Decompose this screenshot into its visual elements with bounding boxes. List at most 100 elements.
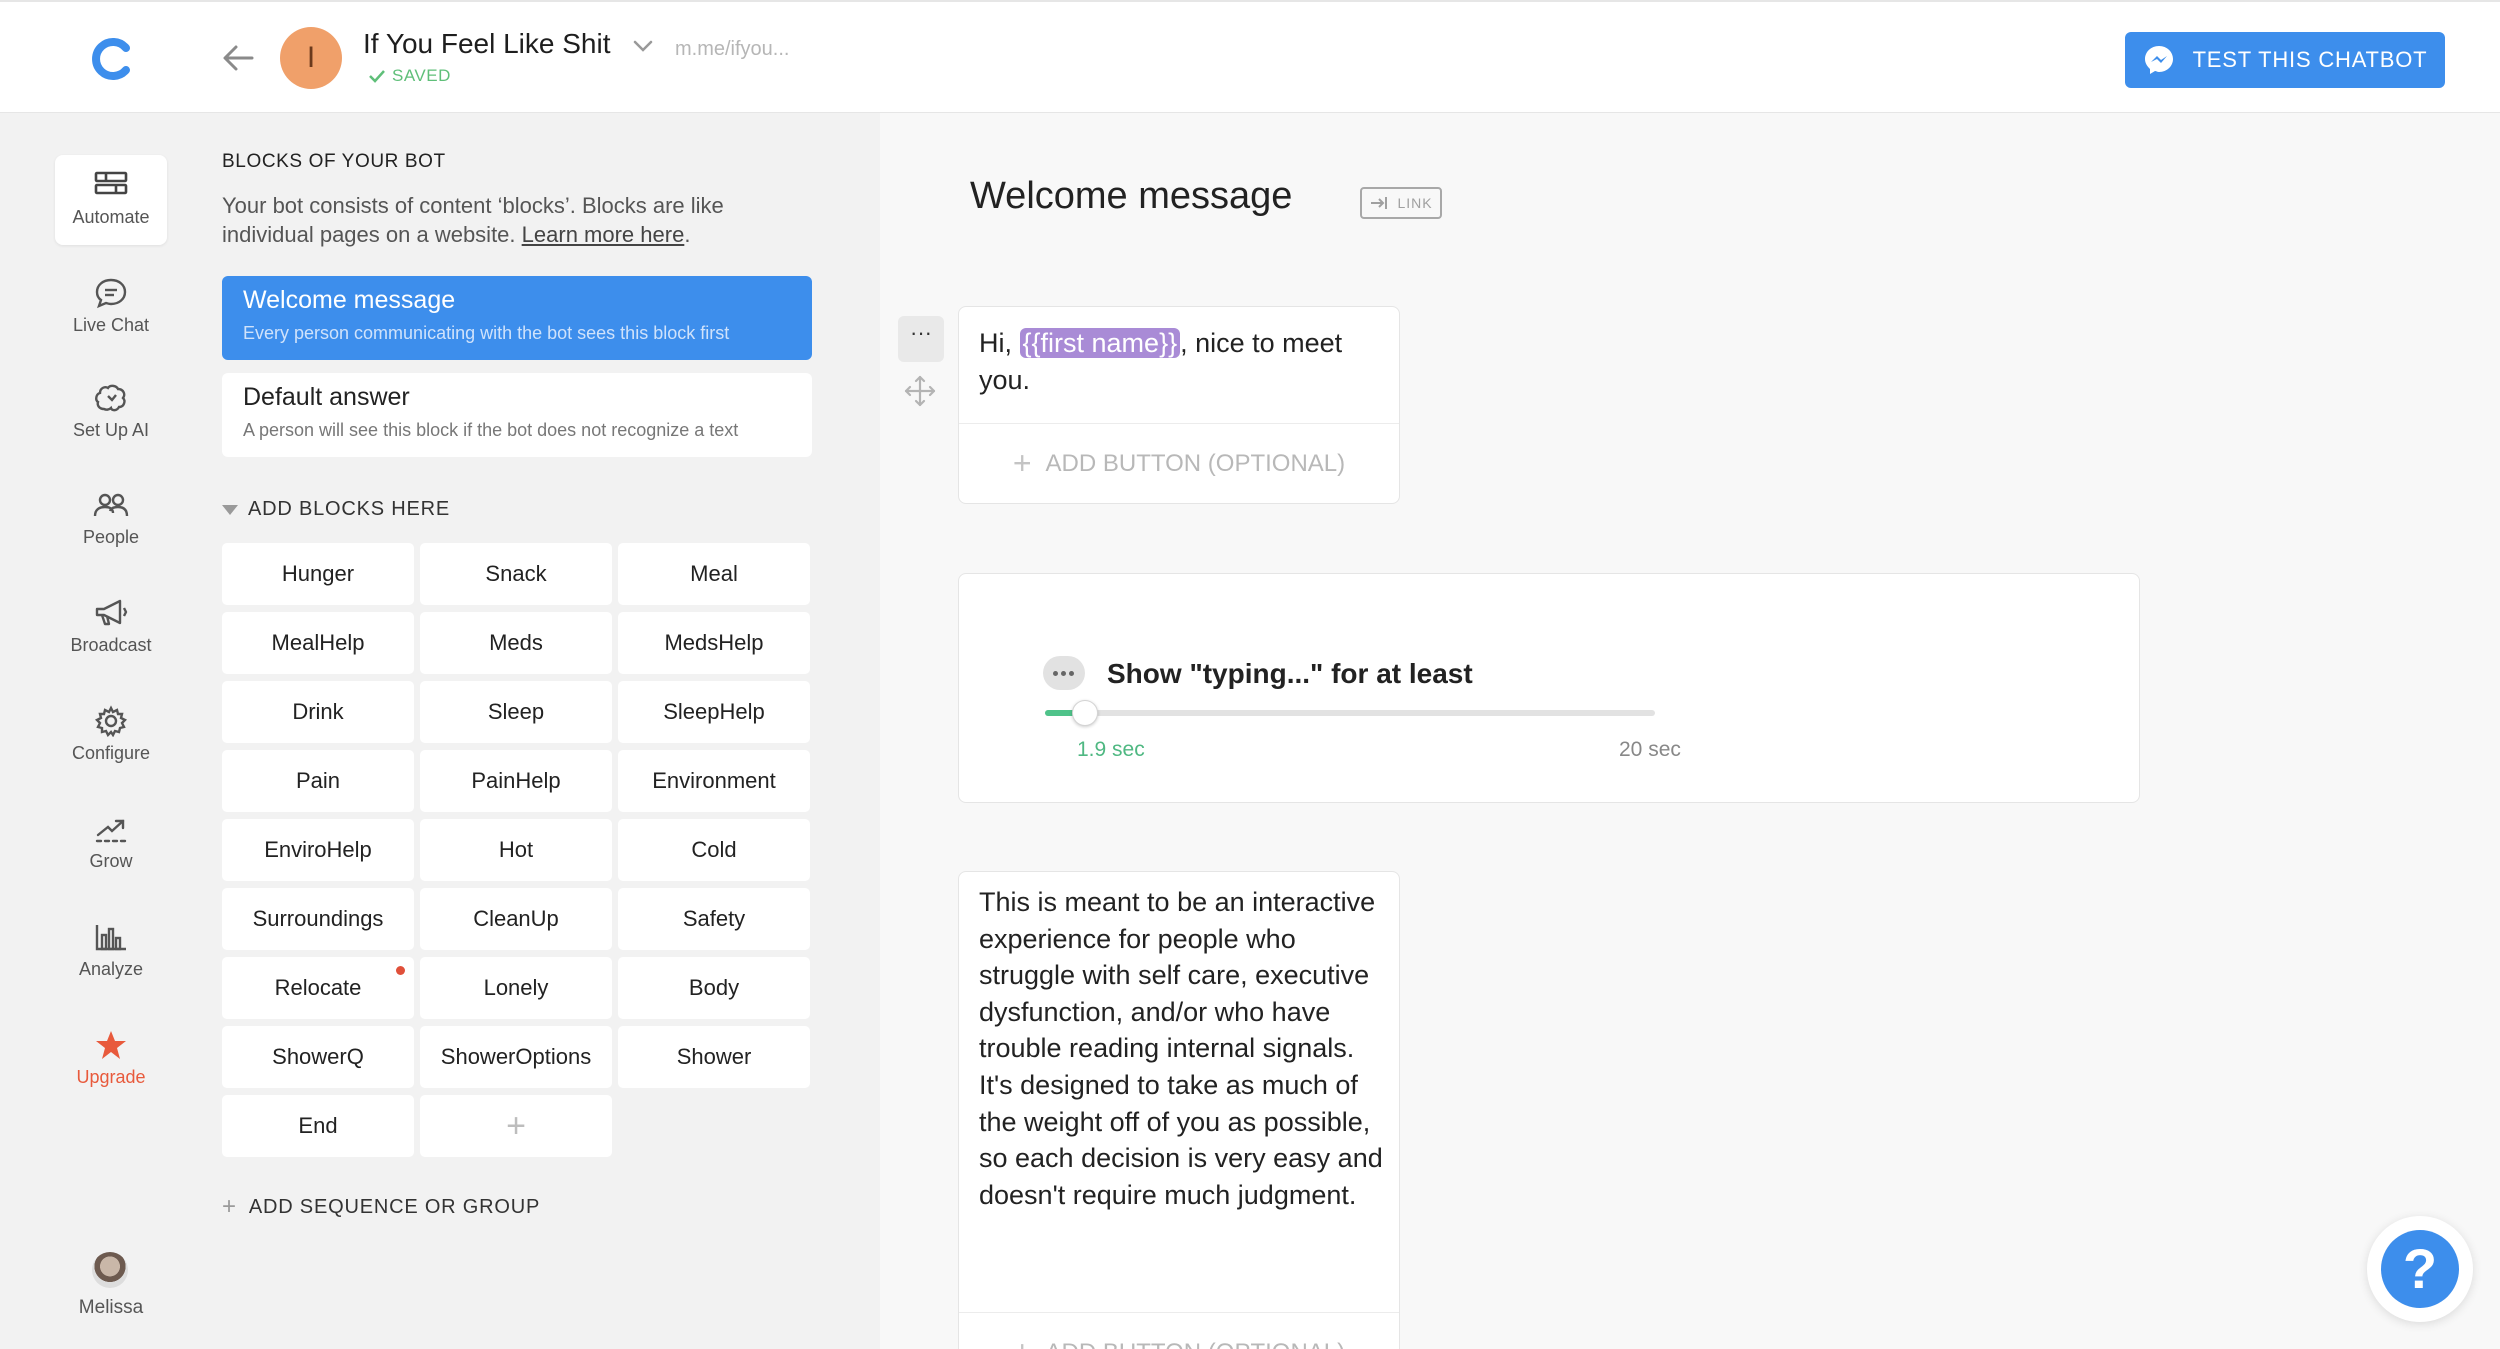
test-chatbot-button[interactable]: TEST THIS CHATBOT [2125, 32, 2445, 88]
block-cold[interactable]: Cold [618, 819, 810, 881]
chevron-down-icon[interactable] [630, 36, 656, 56]
megaphone-icon [95, 599, 128, 626]
intro-text[interactable]: This is meant to be an interactive exper… [979, 884, 1389, 1213]
block-editor: Welcome message LINK ··· Hi, {{first nam… [880, 113, 2500, 1349]
star-icon [96, 1031, 126, 1059]
add-sequence-label: ADD SEQUENCE OR GROUP [248, 1195, 541, 1218]
brain-icon [95, 384, 126, 412]
nav-label: Automate [72, 207, 150, 227]
greeting-prefix: Hi, [979, 328, 1020, 358]
nav-broadcast[interactable]: Broadcast [55, 583, 167, 673]
block-title: Welcome message [243, 286, 456, 314]
add-button-optional[interactable]: + ADD BUTTON (OPTIONAL) [959, 423, 1399, 503]
block-meds[interactable]: Meds [420, 612, 612, 674]
bar-chart-icon [95, 925, 126, 951]
block-painhelp[interactable]: PainHelp [420, 750, 612, 812]
bot-url[interactable]: m.me/ifyou... [675, 38, 789, 61]
bot-avatar[interactable]: I [280, 27, 342, 89]
block-envirohelp[interactable]: EnviroHelp [222, 819, 414, 881]
block-showerq[interactable]: ShowerQ [222, 1026, 414, 1088]
block-lonely[interactable]: Lonely [420, 957, 612, 1019]
blocks-panel: BLOCKS OF YOUR BOT Your bot consists of … [220, 113, 880, 1349]
link-arrow-icon [1371, 197, 1388, 209]
nav-label: Configure [71, 743, 151, 763]
nav-label: Grow [89, 851, 133, 871]
block-safety[interactable]: Safety [618, 888, 810, 950]
block-hunger[interactable]: Hunger [222, 543, 414, 605]
typing-card: Show "typing..." for at least 1.9 sec 20… [958, 573, 2140, 803]
block-description: Every person communicating with the bot … [243, 323, 730, 343]
left-nav: Automate Live Chat Set Up AI People Broa… [0, 113, 220, 1349]
user-name[interactable]: Melissa [55, 1297, 167, 1319]
block-sleep[interactable]: Sleep [420, 681, 612, 743]
link-label: LINK [1397, 195, 1433, 211]
learn-more-link[interactable]: Learn more here [522, 222, 685, 247]
growth-arrow-icon [95, 819, 127, 843]
nav-set-up-ai[interactable]: Set Up AI [55, 368, 167, 458]
plus-icon: + [222, 1193, 237, 1220]
block-showeroptions[interactable]: ShowerOptions [420, 1026, 612, 1088]
block-surroundings[interactable]: Surroundings [222, 888, 414, 950]
add-block-button[interactable]: + [420, 1095, 612, 1157]
nav-configure[interactable]: Configure [55, 691, 167, 781]
block-relocate[interactable]: Relocate [222, 957, 414, 1019]
block-label: Relocate [274, 975, 362, 1000]
block-environment[interactable]: Environment [618, 750, 810, 812]
block-title: Default answer [243, 383, 410, 411]
slider-value-label: 1.9 sec [1077, 738, 1145, 761]
chatfuel-logo-icon[interactable] [86, 34, 136, 84]
block-sleephelp[interactable]: SleepHelp [618, 681, 810, 743]
blocks-icon [94, 171, 128, 195]
saved-label: SAVED [392, 66, 451, 85]
block-cleanup[interactable]: CleanUp [420, 888, 612, 950]
bot-name[interactable]: If You Feel Like Shit [363, 28, 611, 60]
nav-live-chat[interactable]: Live Chat [55, 263, 167, 353]
panel-title: BLOCKS OF YOUR BOT [222, 151, 446, 172]
block-drink[interactable]: Drink [222, 681, 414, 743]
block-body[interactable]: Body [618, 957, 810, 1019]
saved-status: SAVED [368, 66, 451, 86]
block-default-answer[interactable]: Default answer A person will see this bl… [222, 373, 812, 457]
check-icon [369, 70, 385, 83]
top-bar: I If You Feel Like Shit m.me/ifyou... SA… [0, 0, 2500, 113]
nav-label: Broadcast [70, 635, 152, 655]
nav-upgrade[interactable]: Upgrade [55, 1015, 167, 1105]
plus-icon: + [1012, 445, 1032, 481]
link-button[interactable]: LINK [1360, 187, 1442, 219]
block-meal[interactable]: Meal [618, 543, 810, 605]
block-shower[interactable]: Shower [618, 1026, 810, 1088]
first-name-tag[interactable]: {{first name}} [1019, 328, 1181, 358]
nav-analyze[interactable]: Analyze [55, 907, 167, 997]
more-options-icon[interactable]: ··· [898, 316, 944, 362]
block-pain[interactable]: Pain [222, 750, 414, 812]
block-description: A person will see this block if the bot … [243, 420, 739, 440]
block-hot[interactable]: Hot [420, 819, 612, 881]
nav-automate[interactable]: Automate [55, 155, 167, 245]
text-card-greeting[interactable]: Hi, {{first name}}, nice to meet you. + … [958, 306, 1400, 504]
nav-grow[interactable]: Grow [55, 799, 167, 889]
typing-dots-icon [1043, 656, 1085, 690]
back-arrow-icon[interactable] [218, 40, 258, 76]
block-snack[interactable]: Snack [420, 543, 612, 605]
help-button[interactable]: ? [2367, 1216, 2473, 1322]
add-button-label: ADD BUTTON (OPTIONAL) [1046, 1339, 1346, 1349]
block-medshelp[interactable]: MedsHelp [618, 612, 810, 674]
nav-people[interactable]: People [55, 475, 167, 565]
typing-slider[interactable] [1045, 700, 1655, 726]
collapse-triangle-icon [222, 504, 238, 515]
greeting-text[interactable]: Hi, {{first name}}, nice to meet you. [979, 325, 1379, 399]
block-title-heading[interactable]: Welcome message [970, 175, 1292, 218]
block-end[interactable]: End [222, 1095, 414, 1157]
add-button-optional[interactable]: + ADD BUTTON (OPTIONAL) [959, 1312, 1399, 1349]
add-blocks-header[interactable]: ADD BLOCKS HERE [222, 498, 450, 521]
add-sequence-button[interactable]: + ADD SEQUENCE OR GROUP [222, 1193, 540, 1221]
slider-knob[interactable] [1072, 700, 1099, 726]
chat-bubble-icon [95, 278, 127, 309]
block-welcome-message[interactable]: Welcome message Every person communicati… [222, 276, 812, 360]
plus-icon: + [1013, 1334, 1032, 1349]
block-mealhelp[interactable]: MealHelp [222, 612, 414, 674]
text-card-intro[interactable]: This is meant to be an interactive exper… [958, 871, 1400, 1349]
move-handle-icon[interactable] [902, 373, 938, 409]
add-blocks-label: ADD BLOCKS HERE [248, 498, 451, 520]
user-avatar[interactable] [92, 1252, 128, 1288]
